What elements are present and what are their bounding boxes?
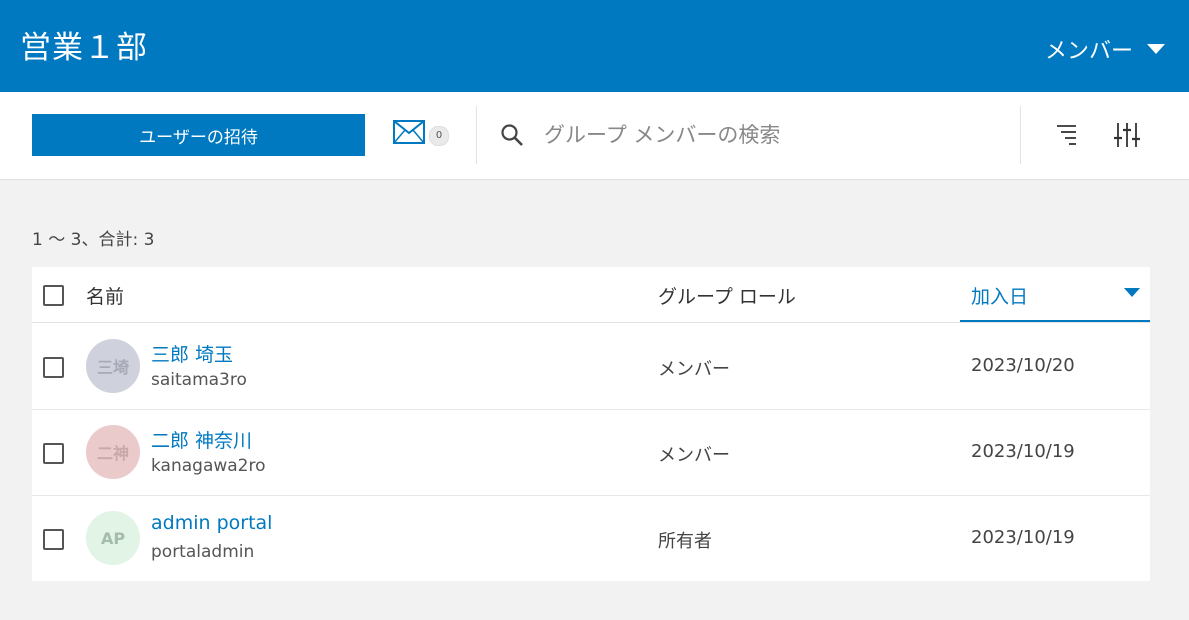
member-joined-date: 2023/10/19 xyxy=(971,441,1075,462)
group-title: 営業１部 xyxy=(20,30,148,66)
sort-icon[interactable] xyxy=(1056,122,1078,146)
mail-icon xyxy=(393,120,425,144)
member-search-input[interactable] xyxy=(542,122,986,148)
toolbar: ユーザーの招待 0 xyxy=(0,92,1189,180)
select-all-checkbox[interactable] xyxy=(43,285,64,306)
divider xyxy=(1020,106,1021,164)
column-header-name[interactable]: 名前 xyxy=(86,282,124,309)
table-row: 三埼 三郎 埼玉 saitama3ro メンバー 2023/10/20 xyxy=(32,323,1150,410)
divider xyxy=(476,106,477,164)
filter-icon[interactable] xyxy=(1114,122,1140,148)
member-role: メンバー xyxy=(658,359,730,380)
row-checkbox[interactable] xyxy=(43,357,64,378)
invitations-button[interactable]: 0 xyxy=(393,118,449,146)
member-joined-date: 2023/10/20 xyxy=(971,355,1075,376)
member-username: kanagawa2ro xyxy=(151,456,266,476)
member-joined-date: 2023/10/19 xyxy=(971,527,1075,548)
invite-users-button[interactable]: ユーザーの招待 xyxy=(32,114,365,156)
avatar: 二神 xyxy=(86,425,140,479)
caret-down-icon xyxy=(1147,44,1165,54)
table-row: 二神 二郎 神奈川 kanagawa2ro メンバー 2023/10/19 xyxy=(32,409,1150,496)
avatar: 三埼 xyxy=(86,339,140,393)
row-checkbox[interactable] xyxy=(43,529,64,550)
sorted-column-indicator xyxy=(960,320,1150,322)
members-menu[interactable]: メンバー xyxy=(1045,33,1165,65)
member-role: 所有者 xyxy=(658,531,712,552)
member-name-link[interactable]: 三郎 埼玉 xyxy=(151,340,233,367)
table-row: AP admin portal portaladmin 所有者 2023/10/… xyxy=(32,495,1150,581)
table-header: 名前 グループ ロール 加入日 xyxy=(32,267,1150,323)
avatar: AP xyxy=(86,511,140,565)
member-search xyxy=(500,112,1000,158)
invitation-count-badge: 0 xyxy=(429,126,449,146)
column-header-role[interactable]: グループ ロール xyxy=(658,282,796,309)
members-menu-label: メンバー xyxy=(1044,39,1133,64)
sort-descending-icon[interactable] xyxy=(1124,288,1140,297)
member-username: saitama3ro xyxy=(151,370,247,390)
member-role: メンバー xyxy=(658,445,730,466)
member-name-link[interactable]: 二郎 神奈川 xyxy=(151,426,252,453)
app-header: 営業１部 メンバー xyxy=(0,0,1189,92)
members-table: 名前 グループ ロール 加入日 三埼 三郎 埼玉 saitama3ro メンバー… xyxy=(32,267,1150,581)
member-username: portaladmin xyxy=(151,542,255,562)
search-icon xyxy=(501,124,523,146)
results-count: 1 〜 3、合計: 3 xyxy=(32,230,155,250)
member-name-link[interactable]: admin portal xyxy=(151,512,272,534)
column-header-joined[interactable]: 加入日 xyxy=(971,282,1028,309)
row-checkbox[interactable] xyxy=(43,443,64,464)
